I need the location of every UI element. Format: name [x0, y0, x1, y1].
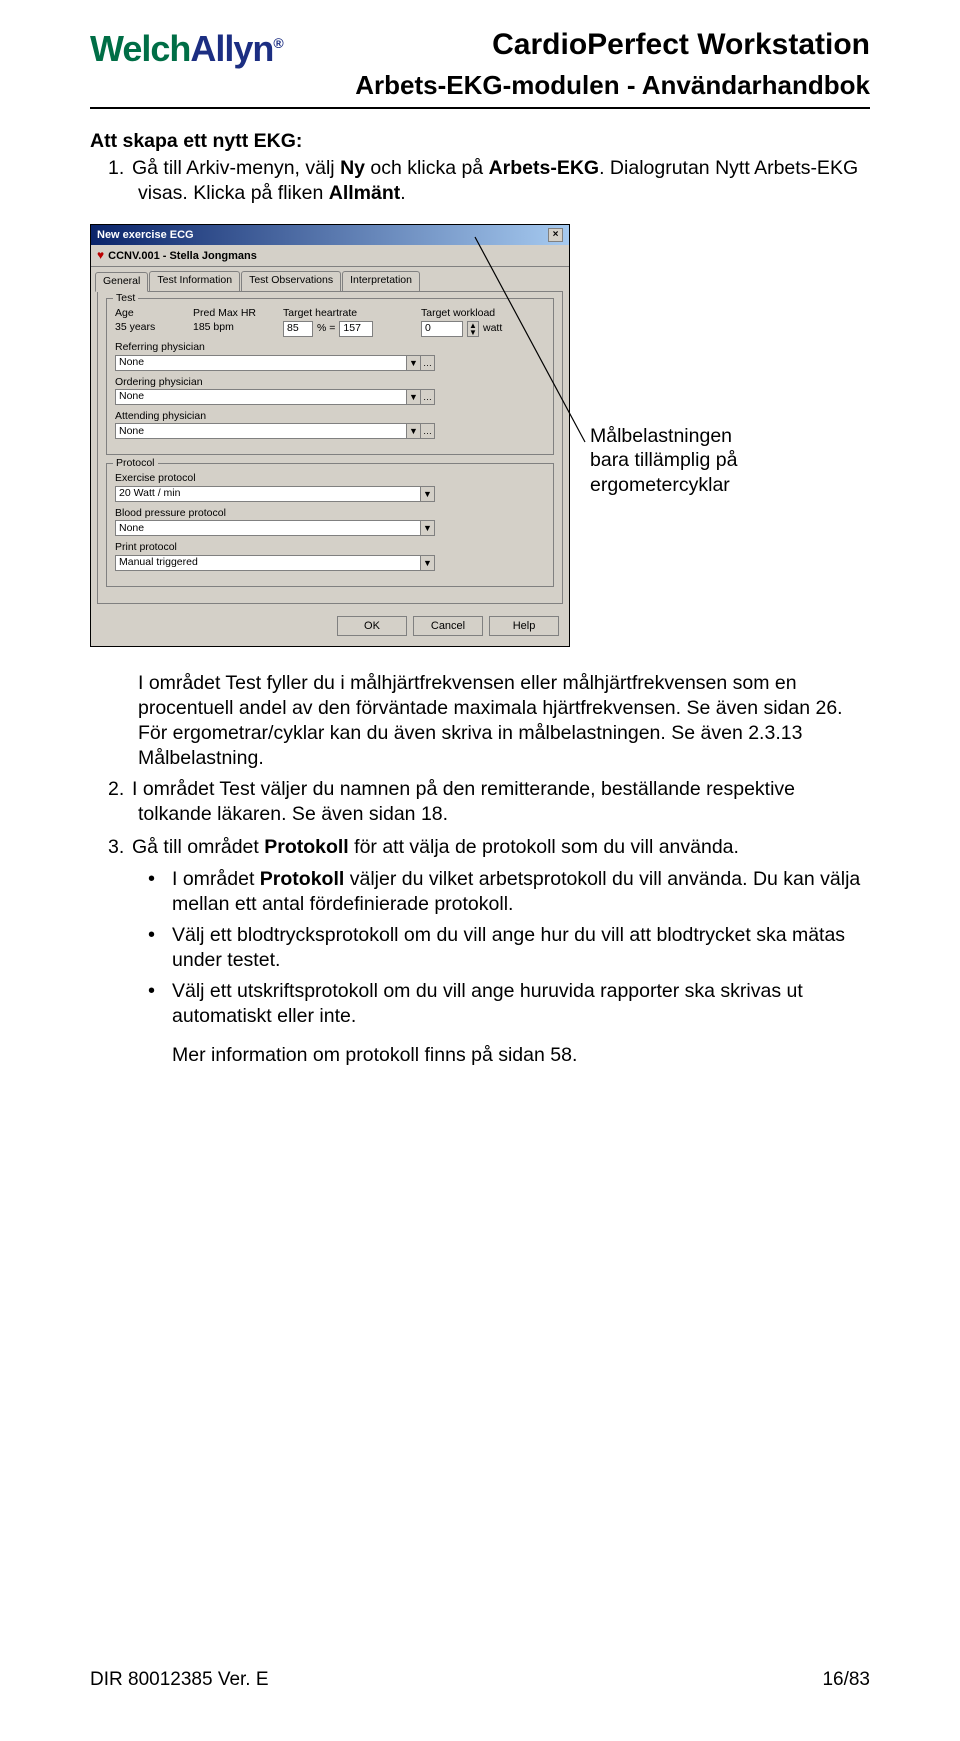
step-1: 1.Gå till Arkiv-menyn, välj Ny och klick…	[138, 156, 870, 206]
body-paragraph-1: I området Test fyller du i målhjärtfrekv…	[138, 671, 870, 771]
ref-phys-select[interactable]: None	[115, 355, 407, 371]
step-1-text-b: och klicka på	[365, 157, 489, 179]
dialog-titlebar: New exercise ECG ×	[91, 225, 569, 245]
chevron-down-icon[interactable]: ▼	[421, 555, 435, 571]
patient-bar: ♥ CCNV.001 - Stella Jongmans	[91, 245, 569, 267]
print-proto-select[interactable]: Manual triggered	[115, 555, 421, 571]
step-3-b: Protokoll	[264, 836, 349, 858]
logo-welch: Welch	[90, 28, 190, 69]
ord-phys-select[interactable]: None	[115, 389, 407, 405]
cancel-button[interactable]: Cancel	[413, 616, 483, 636]
callout-line-1: Målbelastningen	[590, 424, 790, 448]
step-1-bold-1: Ny	[340, 157, 365, 179]
callout: Målbelastningen bara tillämplig på ergom…	[590, 424, 790, 497]
bp-proto-label: Blood pressure protocol	[115, 507, 545, 520]
doc-title: CardioPerfect Workstation	[303, 28, 870, 62]
callout-line-3: ergometercyklar	[590, 473, 790, 497]
bullet-1-a: I området	[172, 868, 260, 890]
bullet-1-b: Protokoll	[260, 868, 345, 890]
footer-left: DIR 80012385 Ver. E	[90, 1669, 269, 1691]
logo-allyn: Allyn	[190, 28, 273, 69]
predmax-label: Pred Max HR	[193, 307, 265, 320]
step-2: 2.I området Test väljer du namnen på den…	[138, 777, 870, 827]
fieldset-protocol-legend: Protocol	[113, 457, 158, 470]
tab-test-information[interactable]: Test Information	[149, 271, 240, 290]
page-header: WelchAllyn® CardioPerfect Workstation Ar…	[90, 28, 870, 101]
spinner-icon[interactable]: ▲▼	[467, 321, 479, 337]
ex-proto-select[interactable]: 20 Watt / min	[115, 486, 421, 502]
new-exercise-ecg-dialog: New exercise ECG × ♥ CCNV.001 - Stella J…	[90, 224, 570, 647]
chevron-down-icon[interactable]: ▼	[421, 520, 435, 536]
target-hr-value-input[interactable]: 157	[339, 321, 373, 337]
page-footer: DIR 80012385 Ver. E 16/83	[90, 1669, 870, 1691]
chevron-down-icon[interactable]: ▼	[407, 423, 421, 439]
help-button[interactable]: Help	[489, 616, 559, 636]
header-rule	[90, 107, 870, 109]
chevron-down-icon[interactable]: ▼	[421, 486, 435, 502]
tab-general[interactable]: General	[95, 272, 148, 291]
fieldset-test: Test Age 35 years Pred Max HR 185 bpm	[106, 298, 554, 456]
after-bullets-paragraph: Mer information om protokoll finns på si…	[172, 1043, 870, 1068]
step-1-bold-2: Arbets-EKG	[489, 157, 600, 179]
target-hr-pct-input[interactable]: 85	[283, 321, 313, 337]
heart-icon: ♥	[97, 248, 104, 263]
ok-button[interactable]: OK	[337, 616, 407, 636]
predmax-value: 185 bpm	[193, 321, 265, 334]
logo-reg: ®	[273, 35, 282, 51]
ref-phys-label: Referring physician	[115, 341, 545, 354]
fieldset-protocol: Protocol Exercise protocol 20 Watt / min…	[106, 463, 554, 586]
footer-right: 16/83	[822, 1669, 870, 1691]
bp-proto-select[interactable]: None	[115, 520, 421, 536]
target-hr-label: Target heartrate	[283, 307, 403, 320]
dialog-title: New exercise ECG	[97, 228, 194, 242]
att-phys-label: Attending physician	[115, 410, 545, 423]
att-phys-select[interactable]: None	[115, 423, 407, 439]
brand-logo: WelchAllyn®	[90, 28, 283, 70]
bullet-3: Välj ett utskriftsprotokoll om du vill a…	[148, 979, 870, 1029]
chevron-down-icon[interactable]: ▼	[407, 355, 421, 371]
target-wl-input[interactable]: 0	[421, 321, 463, 337]
chevron-down-icon[interactable]: ▼	[407, 389, 421, 405]
bullet-2: Välj ett blodtrycksprotokoll om du vill …	[148, 923, 870, 973]
ord-phys-label: Ordering physician	[115, 376, 545, 389]
ex-proto-label: Exercise protocol	[115, 472, 545, 485]
fieldset-test-legend: Test	[113, 292, 138, 305]
tab-test-observations[interactable]: Test Observations	[241, 271, 341, 290]
step-1-text-a: Gå till Arkiv-menyn, välj	[132, 157, 340, 179]
doc-subtitle: Arbets-EKG-modulen - Användarhandbok	[303, 70, 870, 101]
step-3-a: Gå till området	[132, 836, 264, 858]
step-1-text-d: .	[400, 182, 405, 204]
more-icon[interactable]: …	[421, 355, 435, 371]
section-heading: Att skapa ett nytt EKG:	[90, 129, 870, 154]
close-icon[interactable]: ×	[548, 228, 563, 242]
step-3-c: för att välja de protokoll som du vill a…	[349, 836, 739, 858]
callout-line-2: bara tillämplig på	[590, 448, 790, 472]
print-proto-label: Print protocol	[115, 541, 545, 554]
age-value: 35 years	[115, 321, 175, 334]
patient-name: CCNV.001 - Stella Jongmans	[108, 249, 257, 263]
target-hr-pct-unit: % =	[317, 322, 335, 335]
step-3: 3.Gå till området Protokoll för att välj…	[138, 835, 870, 860]
age-label: Age	[115, 307, 175, 320]
tabs-row: General Test Information Test Observatio…	[91, 267, 569, 290]
target-wl-unit: watt	[483, 322, 502, 335]
target-wl-label: Target workload	[421, 307, 541, 320]
tab-interpretation[interactable]: Interpretation	[342, 271, 420, 290]
step-1-bold-3: Allmänt	[329, 182, 401, 204]
more-icon[interactable]: …	[421, 389, 435, 405]
more-icon[interactable]: …	[421, 423, 435, 439]
bullet-1: I området Protokoll väljer du vilket arb…	[148, 867, 870, 917]
